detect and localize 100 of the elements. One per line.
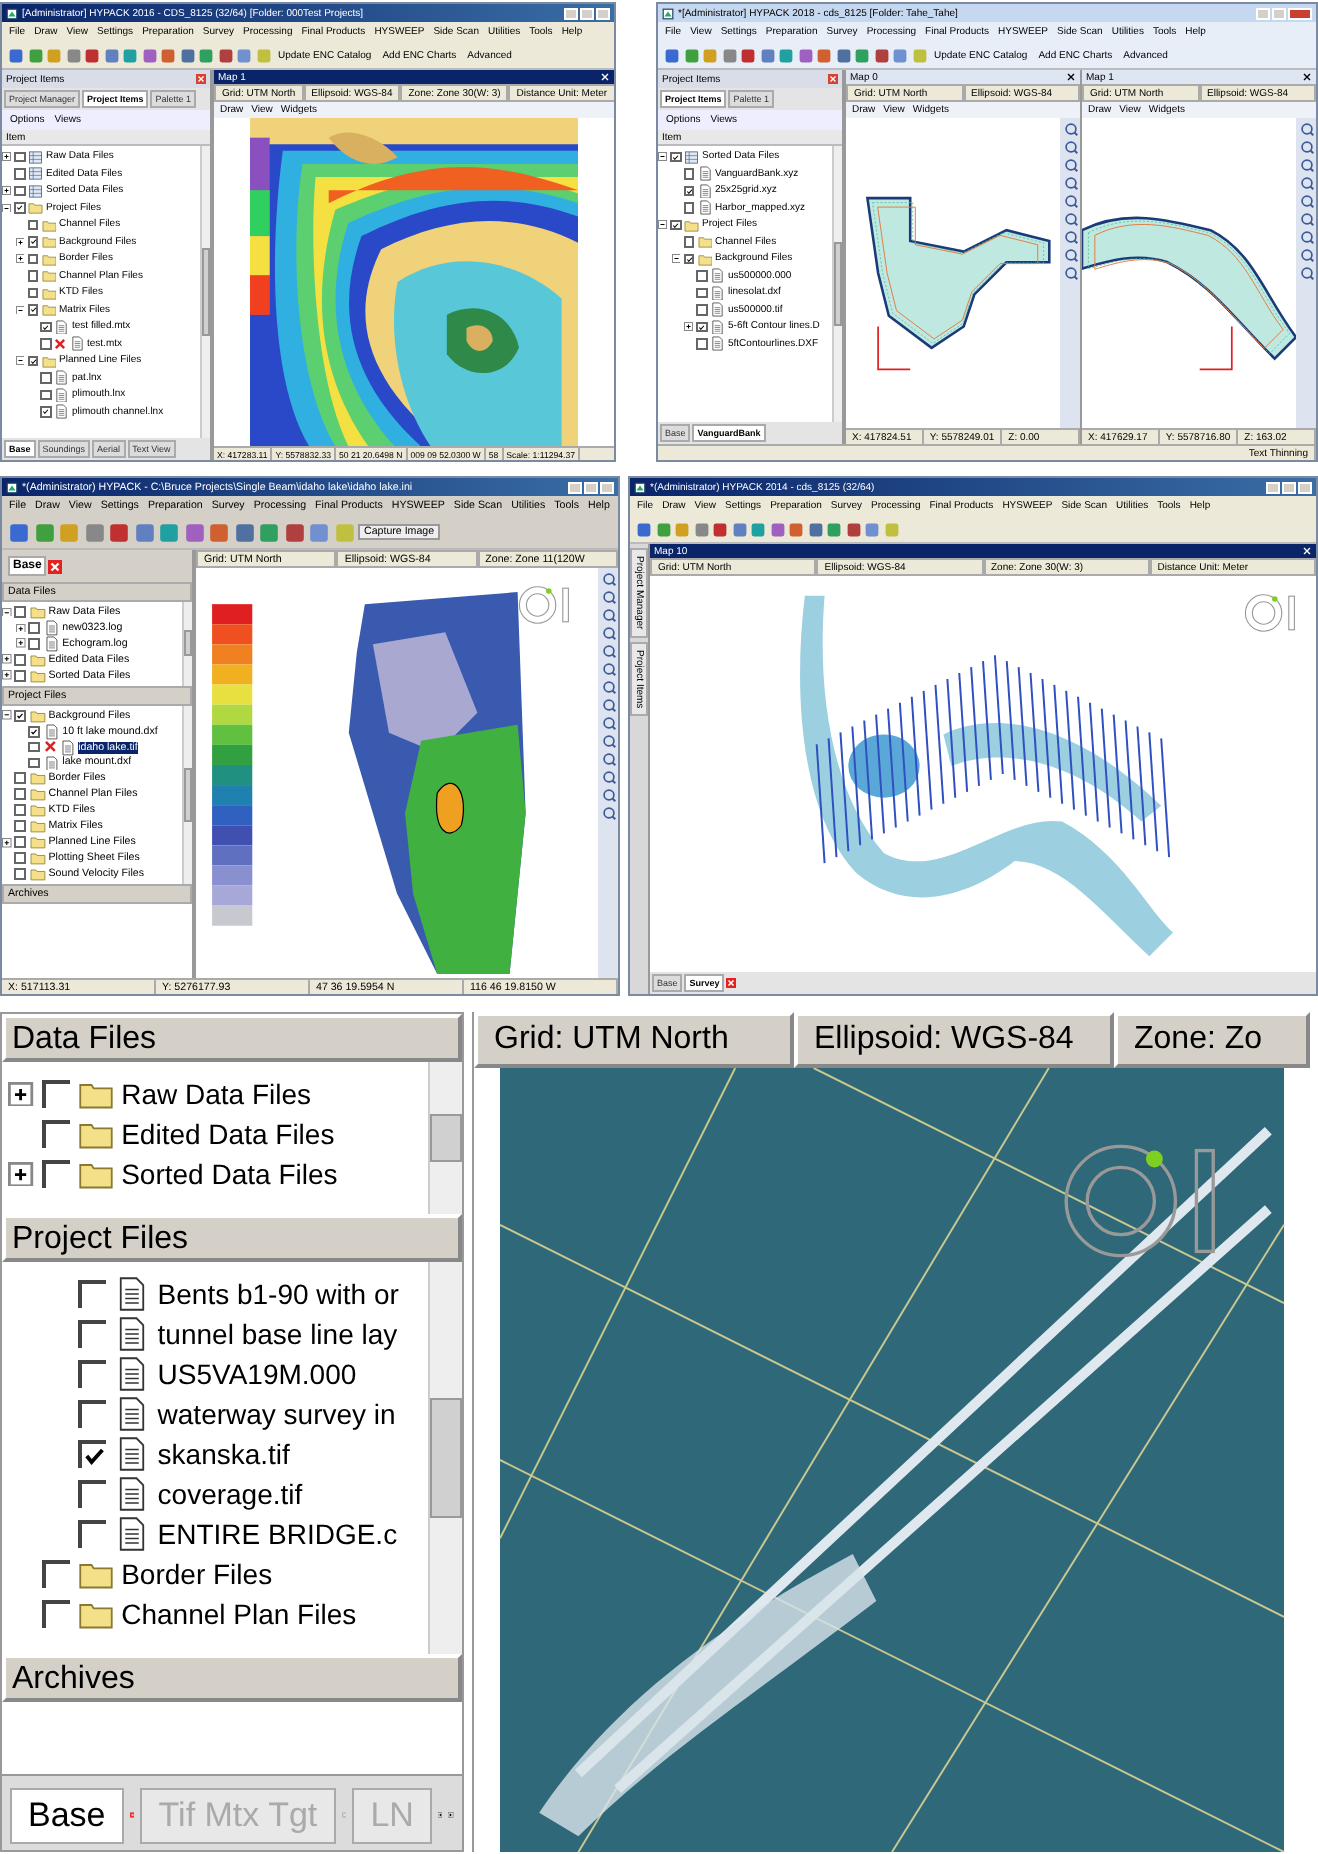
close-button[interactable] [596, 7, 610, 19]
checkbox[interactable] [28, 637, 41, 650]
checkbox[interactable] [683, 236, 694, 247]
toolbar-icon[interactable] [283, 521, 305, 543]
checkbox[interactable] [27, 270, 38, 281]
expand-icon[interactable] [15, 623, 26, 633]
tool-icon[interactable] [601, 734, 615, 748]
checkbox[interactable] [27, 287, 38, 298]
expand-icon[interactable] [2, 670, 12, 681]
tree-item[interactable]: Border Files [121, 1558, 273, 1590]
toolbar-icon[interactable] [183, 521, 205, 543]
tool-icon[interactable] [1063, 194, 1077, 208]
expand-icon[interactable] [8, 1081, 34, 1107]
tool-icon[interactable] [1299, 176, 1313, 190]
checkbox[interactable] [40, 372, 51, 383]
tool-icon[interactable] [1299, 194, 1313, 208]
checkbox[interactable] [14, 202, 25, 213]
checkbox[interactable] [696, 338, 707, 349]
checkbox[interactable] [14, 868, 27, 880]
maximize-button[interactable] [584, 481, 598, 493]
checkbox[interactable] [28, 621, 41, 634]
checkbox[interactable] [683, 202, 694, 213]
checkbox[interactable] [683, 168, 694, 179]
minimize-button[interactable] [564, 7, 578, 19]
checkbox[interactable] [670, 219, 681, 230]
expand-icon[interactable] [15, 638, 26, 649]
tool-icon[interactable] [601, 608, 615, 622]
tool-icon[interactable] [601, 698, 615, 712]
tool-icon[interactable] [1063, 212, 1077, 226]
checkbox[interactable] [14, 836, 27, 849]
tree-item[interactable]: Bents b1-90 with or [157, 1278, 399, 1310]
checkbox[interactable] [28, 757, 41, 769]
checkbox[interactable] [40, 338, 51, 349]
close-icon[interactable] [1302, 72, 1312, 82]
checkbox[interactable] [14, 653, 27, 666]
checkbox[interactable] [696, 304, 707, 315]
toolbar-icon[interactable] [233, 521, 255, 543]
scrollbar[interactable] [428, 1262, 462, 1654]
checkbox[interactable] [27, 253, 38, 264]
expand-icon[interactable] [2, 837, 12, 848]
tool-icon[interactable] [1063, 158, 1077, 172]
tool-icon[interactable] [1299, 140, 1313, 154]
checkbox[interactable] [14, 709, 27, 722]
toolbar-icon[interactable] [8, 521, 30, 543]
tool-icon[interactable] [1063, 266, 1077, 280]
expand-icon[interactable] [2, 654, 12, 665]
checkbox[interactable] [683, 185, 694, 196]
checkbox[interactable] [14, 606, 27, 618]
close-icon[interactable] [1066, 72, 1076, 82]
tree-item[interactable]: coverage.tif [157, 1478, 303, 1510]
checkbox[interactable] [696, 287, 707, 298]
maximize-button[interactable] [1282, 481, 1296, 493]
tool-icon[interactable] [601, 572, 615, 586]
checkbox[interactable] [14, 669, 27, 682]
checkbox[interactable] [670, 151, 681, 162]
toolbar-icon[interactable] [108, 521, 130, 543]
collapse-icon[interactable] [671, 254, 680, 263]
close-button[interactable] [600, 481, 614, 493]
tree-item[interactable]: tunnel base line lay [157, 1318, 398, 1350]
checkbox[interactable] [14, 151, 25, 162]
tool-icon[interactable] [1063, 248, 1077, 262]
expand-icon[interactable] [15, 254, 24, 263]
tree-item[interactable]: skanska.tif [157, 1438, 290, 1470]
tool-icon[interactable] [1063, 230, 1077, 244]
tool-icon[interactable] [601, 788, 615, 802]
checkbox[interactable] [40, 389, 51, 400]
tool-icon[interactable] [601, 806, 615, 820]
scrollbar[interactable] [200, 146, 210, 438]
expand-icon[interactable] [2, 186, 11, 195]
tool-icon[interactable] [601, 770, 615, 784]
tab[interactable]: Base [10, 1787, 124, 1843]
toolbar-icon[interactable] [208, 521, 230, 543]
tool-icon[interactable] [601, 680, 615, 694]
collapse-icon[interactable] [15, 356, 24, 365]
collapse-icon[interactable] [658, 152, 667, 161]
checkbox[interactable] [40, 321, 51, 332]
expand-icon[interactable] [684, 322, 693, 331]
tree-item[interactable]: ENTIRE BRIDGE.c [157, 1518, 398, 1550]
checkbox[interactable] [14, 185, 25, 196]
scrollbar[interactable] [428, 1062, 462, 1214]
maximize-button[interactable] [580, 7, 594, 19]
tree-item[interactable]: Channel Plan Files [121, 1598, 357, 1630]
tool-icon[interactable] [601, 662, 615, 676]
collapse-icon[interactable] [2, 710, 12, 721]
expand-icon[interactable] [8, 1161, 34, 1187]
tree-item[interactable]: Raw Data Files [121, 1078, 312, 1110]
collapse-icon[interactable] [2, 607, 12, 617]
checkbox[interactable] [28, 741, 41, 753]
scrollbar[interactable] [182, 602, 192, 686]
tree-item[interactable]: Sorted Data Files [121, 1158, 338, 1190]
toolbar-icon[interactable] [133, 521, 155, 543]
minimize-button[interactable] [1266, 481, 1280, 493]
tool-icon[interactable] [1299, 212, 1313, 226]
minimize-button[interactable] [568, 481, 582, 493]
tool-icon[interactable] [1063, 140, 1077, 154]
tree-item[interactable]: waterway survey in [157, 1398, 396, 1430]
close-button[interactable] [1298, 481, 1312, 493]
checkbox[interactable] [27, 355, 38, 366]
tool-icon[interactable] [1299, 248, 1313, 262]
checkbox[interactable] [27, 219, 38, 230]
